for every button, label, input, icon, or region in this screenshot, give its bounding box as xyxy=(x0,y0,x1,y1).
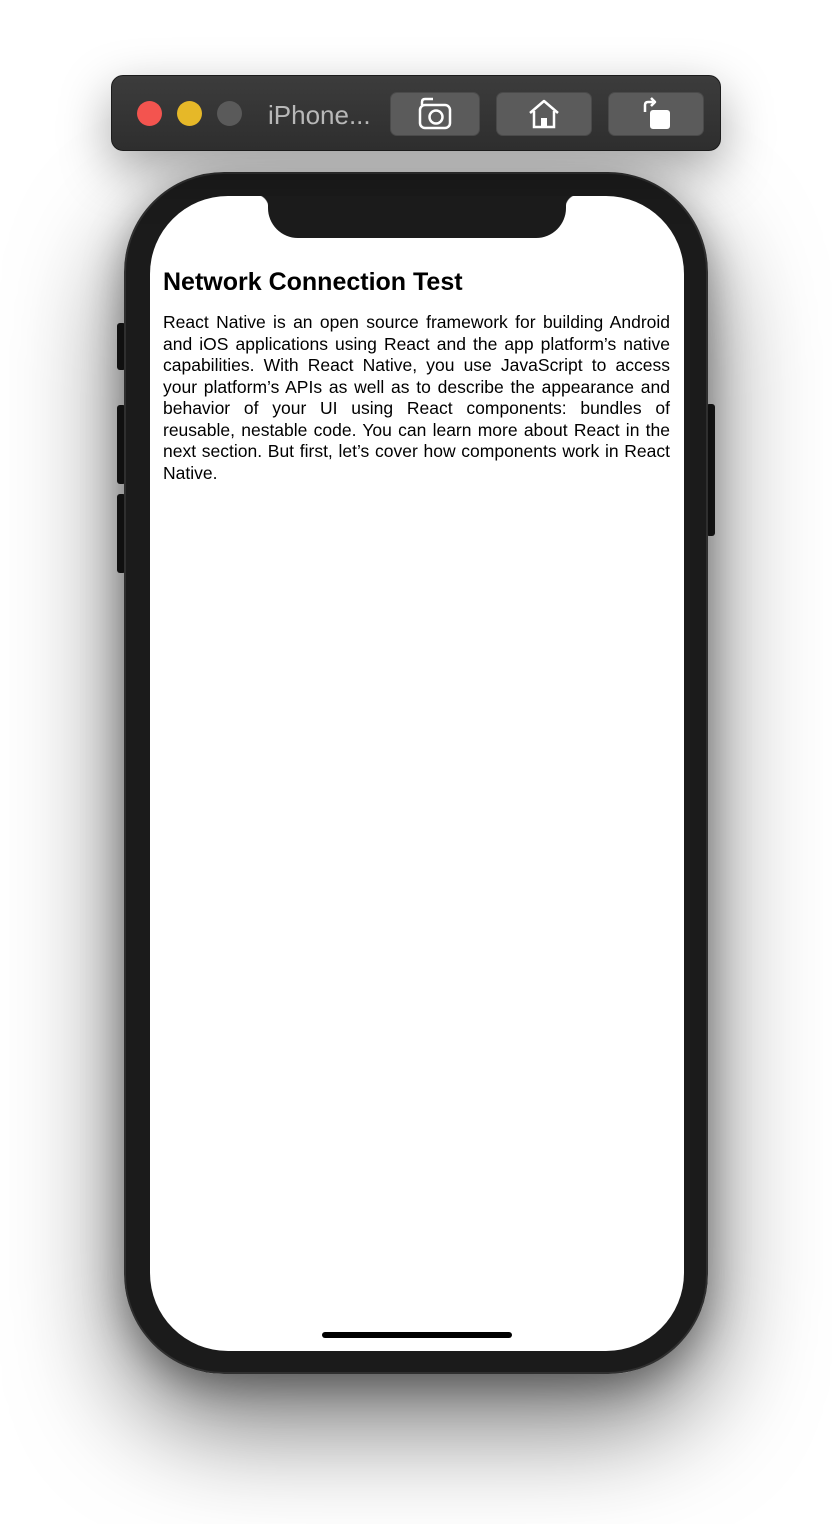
rotate-icon xyxy=(643,97,670,129)
home-indicator[interactable] xyxy=(322,1332,512,1338)
phone-screen: Network Connection Test React Native is … xyxy=(150,196,684,1351)
body-paragraph: React Native is an open source framework… xyxy=(163,312,670,483)
window-zoom-button[interactable] xyxy=(217,101,242,126)
home-button[interactable] xyxy=(496,92,592,136)
screenshot-button[interactable] xyxy=(390,92,480,136)
window-close-button[interactable] xyxy=(137,101,162,126)
camera-icon xyxy=(418,97,452,130)
home-icon xyxy=(529,99,559,129)
window-minimize-button[interactable] xyxy=(177,101,202,126)
rotate-button[interactable] xyxy=(608,92,704,136)
page-title: Network Connection Test xyxy=(163,268,463,296)
notch xyxy=(255,196,579,238)
device-name-label: iPhone... xyxy=(268,100,371,130)
app-content: Network Connection Test React Native is … xyxy=(163,264,670,484)
